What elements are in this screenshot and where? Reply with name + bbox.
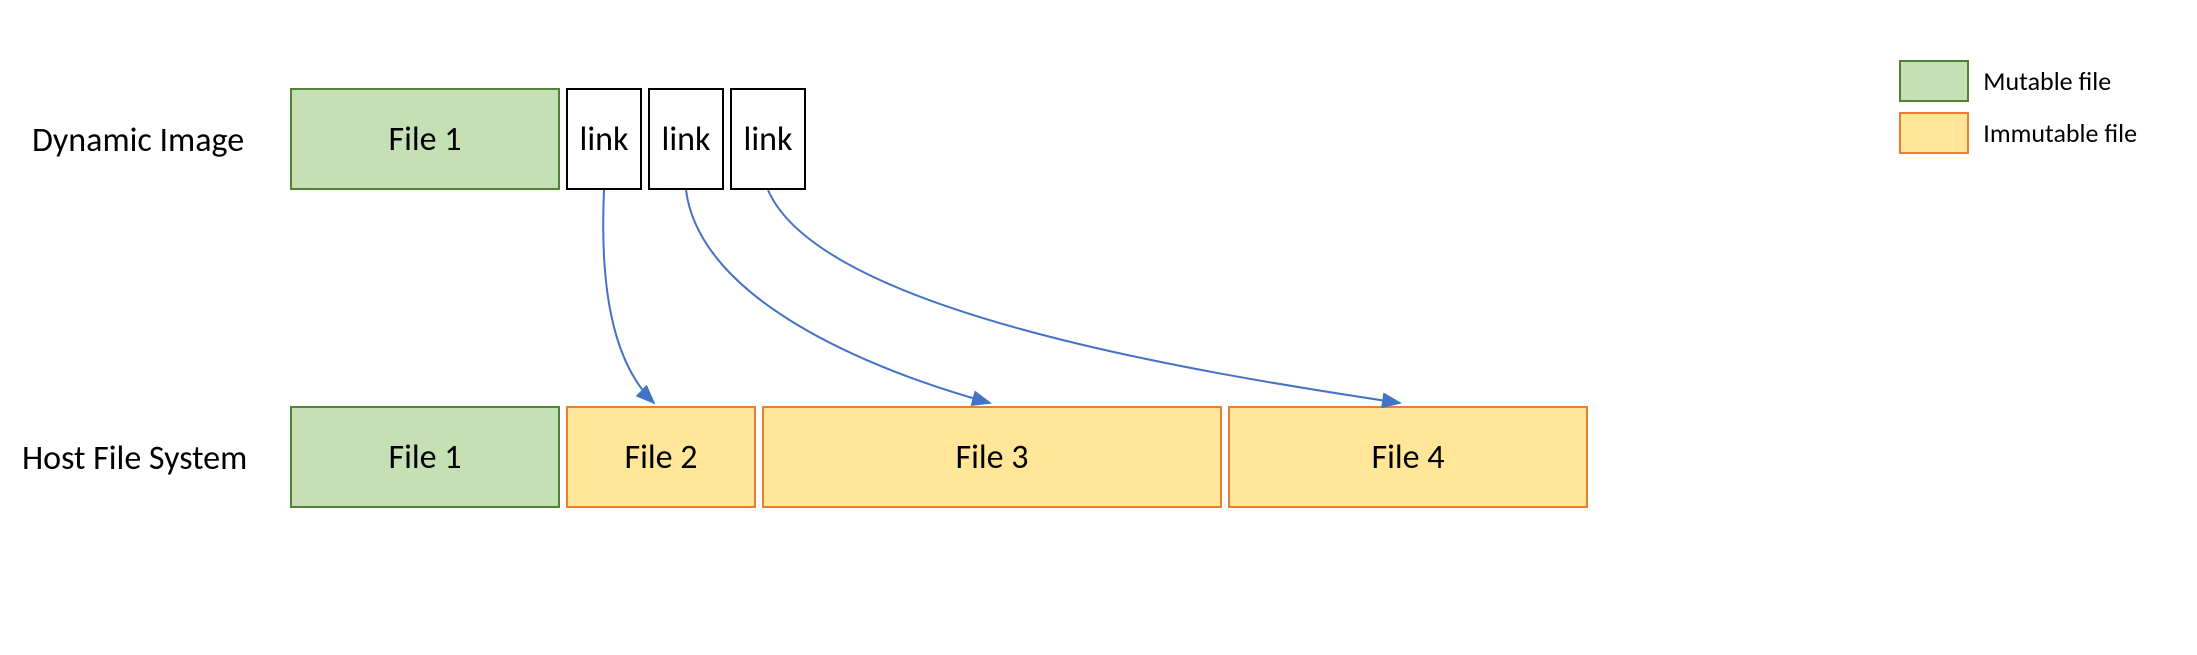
host-fs-label: Host File System — [22, 438, 247, 479]
dynamic-image-label: Dynamic Image — [32, 120, 244, 161]
host-file3-box: File 3 — [762, 406, 1222, 508]
diagram-container: Dynamic Image Host File System File 1 li… — [0, 0, 2197, 655]
arrow-link3-file4 — [768, 190, 1400, 403]
host-file3-text: File 3 — [955, 437, 1028, 478]
legend-text-mutable: Mutable file — [1983, 65, 2111, 97]
host-file4-box: File 4 — [1228, 406, 1588, 508]
legend-swatch-mutable — [1899, 60, 1969, 102]
host-file4-text: File 4 — [1371, 437, 1444, 478]
arrow-link2-file3 — [686, 190, 990, 403]
host-file1-box: File 1 — [290, 406, 560, 508]
legend-item-mutable: Mutable file — [1899, 60, 2137, 102]
link2-box: link — [648, 88, 724, 190]
host-file1-text: File 1 — [388, 437, 461, 478]
link3-box: link — [730, 88, 806, 190]
link2-text: link — [662, 119, 711, 160]
link1-box: link — [566, 88, 642, 190]
legend-text-immutable: Immutable file — [1983, 117, 2137, 149]
arrow-link1-file2 — [603, 190, 654, 403]
legend-item-immutable: Immutable file — [1899, 112, 2137, 154]
host-file2-box: File 2 — [566, 406, 756, 508]
legend: Mutable file Immutable file — [1899, 60, 2137, 154]
link3-text: link — [744, 119, 793, 160]
dynamic-file1-text: File 1 — [388, 119, 461, 160]
legend-swatch-immutable — [1899, 112, 1969, 154]
host-file2-text: File 2 — [624, 437, 697, 478]
dynamic-file1-box: File 1 — [290, 88, 560, 190]
link1-text: link — [580, 119, 629, 160]
